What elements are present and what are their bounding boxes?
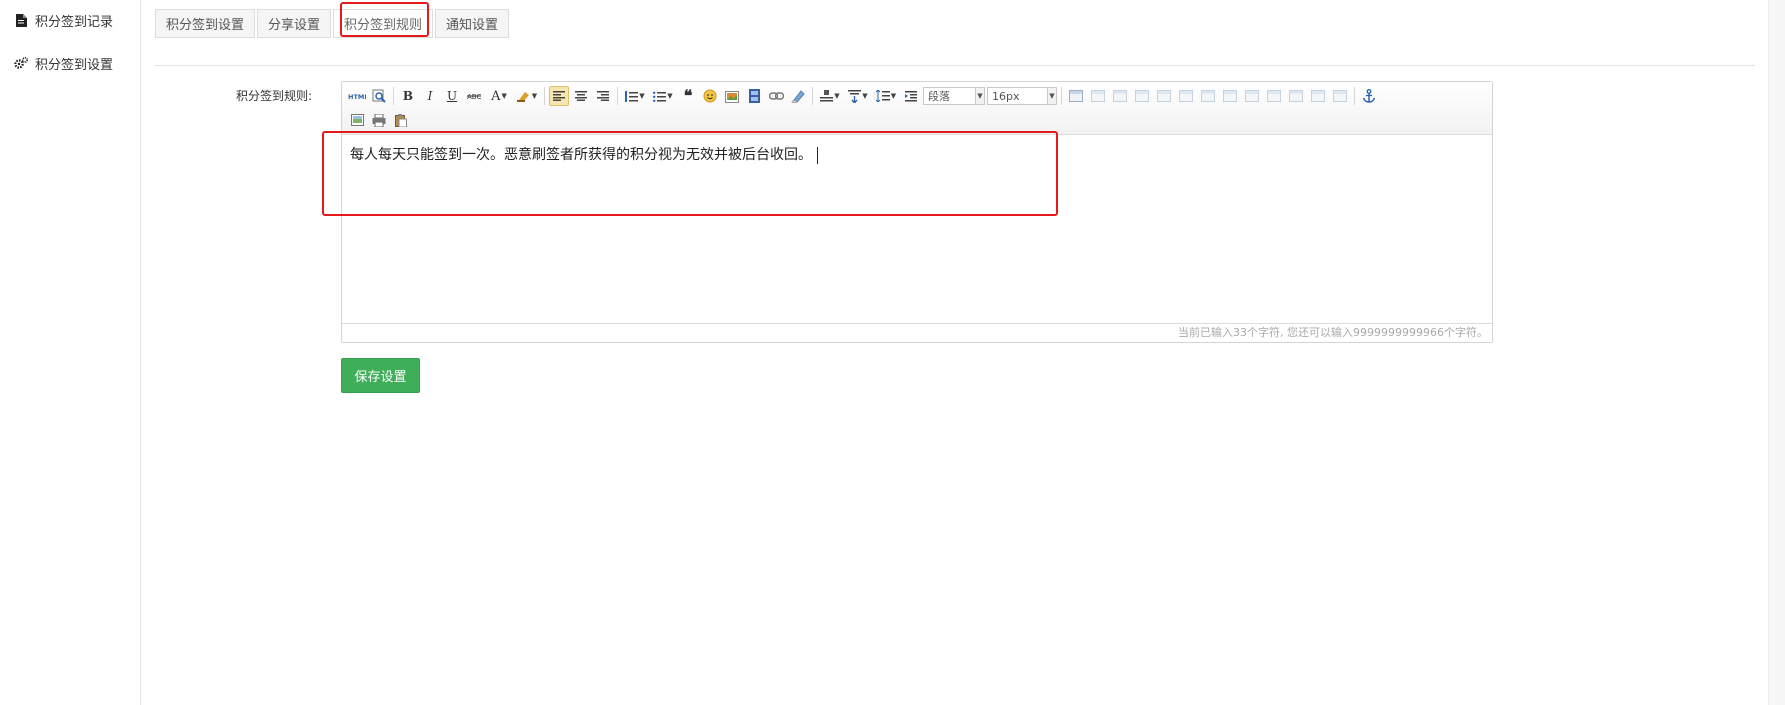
strikethrough-icon[interactable]: ABC [464,86,484,106]
blockquote-icon[interactable]: ❝ [678,86,698,106]
rich-text-editor: HTML B I U ABC A▼ ▼ ▼ ▼ ❝ ▼ ▼ ▼ [341,81,1493,343]
print-icon[interactable] [369,110,389,130]
document-icon [14,13,28,27]
sidebar-item-label: 积分签到记录 [35,14,114,30]
rules-field-label: 积分签到规则: [236,89,313,103]
line-height-icon[interactable]: ▼ [873,86,899,106]
insert-column-icon[interactable] [1176,86,1196,106]
anchor-icon[interactable] [1359,86,1379,106]
delete-column-icon[interactable] [1198,86,1218,106]
split-to-cells-icon[interactable] [1286,86,1306,106]
merge-cells-icon[interactable] [1220,86,1240,106]
align-right-icon[interactable] [593,86,613,106]
svg-text:HTML: HTML [348,93,366,100]
sidebar-item-label: 积分签到设置 [35,57,114,73]
tab-share-settings[interactable]: 分享设置 [257,9,332,38]
html-source-icon[interactable]: HTML [347,86,367,106]
delete-table-icon[interactable] [1088,86,1108,106]
sidebar: 积分签到记录 积分签到设置 [0,0,141,705]
image-float-icon[interactable]: ▼ [817,86,843,106]
indent-icon[interactable] [901,86,921,106]
scrollbar[interactable] [1768,0,1785,705]
editor-toolbar: HTML B I U ABC A▼ ▼ ▼ ▼ ❝ ▼ ▼ ▼ [342,82,1492,135]
rules-text: 每人每天只能签到一次。恶意刷签者所获得的积分视为无效并被后台收回。 [350,147,812,163]
merge-down-icon[interactable] [1264,86,1284,106]
toolbar-separator [812,87,813,105]
toolbar-separator [544,87,545,105]
divider [155,65,1755,66]
chevron-down-icon: ▼ [975,88,984,104]
insert-paragraph-before-table-icon[interactable] [1110,86,1130,106]
split-to-cols-icon[interactable] [1330,86,1350,106]
image-gallery-icon[interactable] [347,110,367,130]
tab-notification-settings[interactable]: 通知设置 [435,9,510,38]
bold-icon[interactable]: B [398,86,418,106]
preview-icon[interactable] [369,86,389,106]
vertical-align-icon[interactable]: ▼ [845,86,871,106]
emoticon-icon[interactable] [700,86,720,106]
tab-signin-settings[interactable]: 积分签到设置 [155,9,256,38]
font-size-select[interactable]: 16px ▼ [987,87,1057,105]
align-center-icon[interactable] [571,86,591,106]
tab-signin-rules[interactable]: 积分签到规则 [333,9,434,38]
background-color-icon[interactable]: ▼ [514,86,540,106]
align-left-icon[interactable] [549,86,569,106]
image-icon[interactable] [722,86,742,106]
tab-bar: 积分签到设置 分享设置 积分签到规则 通知设置 [155,9,511,39]
toolbar-separator [1061,87,1062,105]
ordered-list-icon[interactable]: ▼ [622,86,648,106]
unordered-list-icon[interactable]: ▼ [650,86,676,106]
editor-content[interactable]: 每人每天只能签到一次。恶意刷签者所获得的积分视为无效并被后台收回。 [342,134,1492,324]
svg-text:ABC: ABC [467,93,481,101]
underline-icon[interactable]: U [442,86,462,106]
italic-icon[interactable]: I [420,86,440,106]
insert-table-icon[interactable] [1066,86,1086,106]
sidebar-item-signin-settings[interactable]: 积分签到设置 [14,52,113,74]
word-count-status: 当前已输入33个字符, 您还可以输入9999999999966个字符。 [342,323,1492,342]
gears-icon [14,56,28,70]
split-to-rows-icon[interactable] [1308,86,1328,106]
eraser-icon[interactable] [788,86,808,106]
insert-row-icon[interactable] [1132,86,1152,106]
sidebar-item-signin-records[interactable]: 积分签到记录 [14,9,113,31]
font-color-icon[interactable]: A ▼ [486,86,512,106]
merge-right-icon[interactable] [1242,86,1262,106]
text-cursor [817,146,818,164]
video-icon[interactable] [744,86,764,106]
link-icon[interactable] [766,86,786,106]
toolbar-separator [1354,87,1355,105]
toolbar-separator [393,87,394,105]
chevron-down-icon: ▼ [1047,88,1056,104]
delete-row-icon[interactable] [1154,86,1174,106]
paragraph-format-select[interactable]: 段落 ▼ [923,87,985,105]
toolbar-separator [617,87,618,105]
save-button[interactable]: 保存设置 [341,358,420,393]
paste-plain-icon[interactable] [391,110,411,130]
